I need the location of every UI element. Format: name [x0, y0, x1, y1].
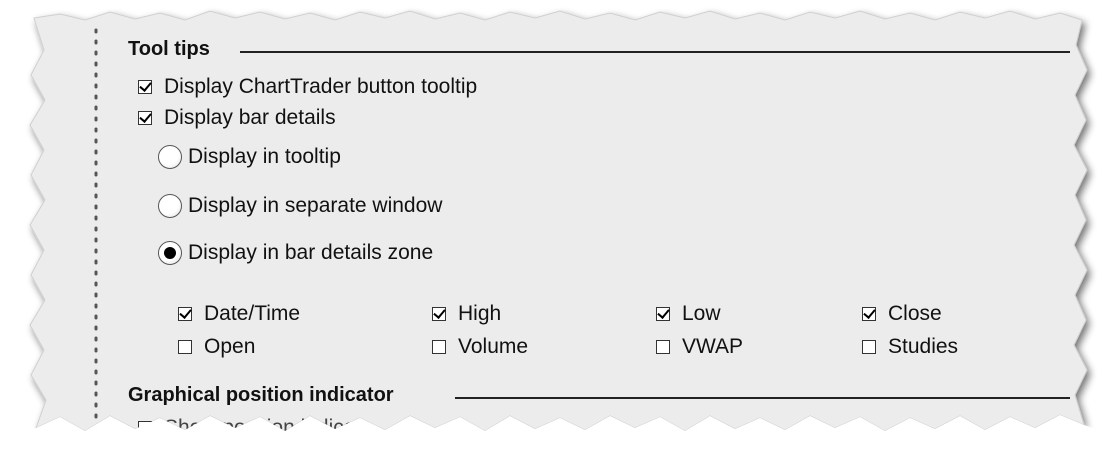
field-checkbox-date-time[interactable]: Date/Time: [178, 302, 300, 326]
date-time-label: Date/Time: [204, 302, 301, 325]
position-section-title: Graphical position indicator: [128, 384, 404, 407]
show-position-indicator-label: Show position indicat: [164, 416, 362, 439]
field-checkbox-studies[interactable]: Studies: [862, 335, 958, 359]
radio-button-tooltip[interactable]: [158, 145, 182, 169]
open-checkbox[interactable]: [178, 340, 192, 354]
radio-display-in-tooltip[interactable]: Display in tooltip: [158, 145, 341, 169]
chart-trader-tooltip-checkbox[interactable]: [138, 80, 152, 94]
show-position-indicator-checkbox[interactable]: [138, 421, 152, 435]
tooltips-separator: [240, 51, 1070, 53]
field-checkbox-close[interactable]: Close: [862, 302, 942, 326]
position-separator: [455, 397, 1070, 399]
high-checkbox[interactable]: [432, 307, 446, 321]
close-label: Close: [888, 302, 942, 325]
field-checkbox-vwap[interactable]: VWAP: [656, 335, 743, 359]
bar-details-checkbox[interactable]: [138, 111, 152, 125]
bar-details-label: Display bar details: [164, 106, 336, 129]
field-checkbox-volume[interactable]: Volume: [432, 335, 528, 359]
chart-trader-tooltip-label: Display ChartTrader button tooltip: [164, 75, 478, 98]
volume-checkbox[interactable]: [432, 340, 446, 354]
chart-trader-tooltip-checkbox-row[interactable]: Display ChartTrader button tooltip: [138, 75, 477, 99]
radio-button-separate-window[interactable]: [158, 194, 182, 218]
vwap-checkbox[interactable]: [656, 340, 670, 354]
vwap-label: VWAP: [682, 335, 744, 358]
volume-label: Volume: [458, 335, 529, 358]
radio-display-in-separate-window[interactable]: Display in separate window: [158, 194, 442, 218]
field-checkbox-low[interactable]: Low: [656, 302, 721, 326]
tooltips-section-title: Tool tips: [128, 38, 220, 61]
radio-label-bar-details-zone: Display in bar details zone: [188, 241, 434, 264]
settings-panel-frame: Tool tips Display ChartTrader button too…: [0, 0, 1099, 451]
radio-button-bar-details-zone[interactable]: [158, 241, 182, 265]
high-label: High: [458, 302, 502, 325]
bar-details-checkbox-row[interactable]: Display bar details: [138, 106, 336, 130]
studies-label: Studies: [888, 335, 959, 358]
show-position-indicator-row[interactable]: Show position indicat: [138, 416, 361, 440]
low-checkbox[interactable]: [656, 307, 670, 321]
low-label: Low: [682, 302, 721, 325]
radio-display-in-bar-details-zone[interactable]: Display in bar details zone: [158, 241, 433, 265]
date-time-checkbox[interactable]: [178, 307, 192, 321]
close-checkbox[interactable]: [862, 307, 876, 321]
open-label: Open: [204, 335, 256, 358]
radio-label-tooltip: Display in tooltip: [188, 145, 341, 168]
field-checkbox-open[interactable]: Open: [178, 335, 255, 359]
field-checkbox-high[interactable]: High: [432, 302, 501, 326]
studies-checkbox[interactable]: [862, 340, 876, 354]
radio-label-separate-window: Display in separate window: [188, 194, 443, 217]
